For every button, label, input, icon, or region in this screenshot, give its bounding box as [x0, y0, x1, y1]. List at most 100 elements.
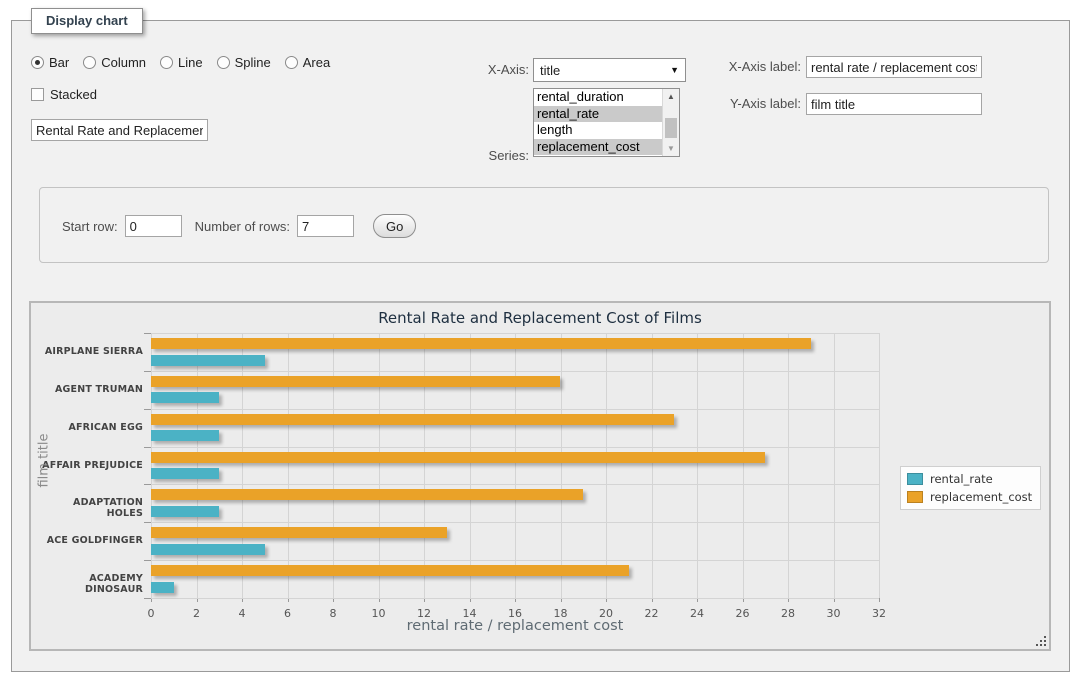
radio-icon — [160, 56, 173, 69]
chart-type-group: Bar Column Line Spline Area — [31, 55, 330, 70]
series-listbox[interactable]: rental_durationrental_ratelengthreplacem… — [533, 88, 680, 157]
gridline-v — [379, 333, 380, 598]
panel-title: Display chart — [31, 8, 143, 34]
num-rows-input[interactable] — [297, 215, 354, 237]
bar-rental_rate — [151, 544, 265, 555]
gridline-v — [151, 333, 152, 598]
x-axis-select[interactable]: title ▼ — [533, 58, 686, 82]
category-label: ACADEMY DINOSAUR — [35, 573, 143, 595]
chart-title-input[interactable] — [31, 119, 208, 141]
gridline-v — [242, 333, 243, 598]
bar-replacement_cost — [151, 565, 629, 576]
bar-replacement_cost — [151, 527, 447, 538]
legend-swatch-icon — [907, 473, 923, 485]
series-option-rental_rate[interactable]: rental_rate — [534, 106, 662, 123]
gridline-v — [788, 333, 789, 598]
gridline-v — [606, 333, 607, 598]
stacked-checkbox[interactable]: Stacked — [31, 87, 97, 102]
x-axis-title: rental rate / replacement cost — [151, 618, 879, 634]
chart-type-label: Bar — [49, 55, 69, 70]
chart-type-bar[interactable]: Bar — [31, 55, 69, 70]
stacked-label: Stacked — [50, 87, 97, 102]
chart-type-column[interactable]: Column — [83, 55, 146, 70]
x-axis-label-input[interactable] — [806, 56, 982, 78]
chart-type-area[interactable]: Area — [285, 55, 330, 70]
series-options: rental_durationrental_ratelengthreplacem… — [534, 89, 662, 156]
bar-rental_rate — [151, 582, 174, 593]
gridline-v — [834, 333, 835, 598]
legend-label: rental_rate — [930, 472, 993, 486]
x-axis-select-label: X-Axis: — [429, 62, 529, 77]
radio-icon — [285, 56, 298, 69]
plot-area: 02468101214161820222426283032AIRPLANE SI… — [151, 333, 879, 598]
scroll-up-icon[interactable]: ▲ — [663, 89, 679, 104]
category-label: ACE GOLDFINGER — [35, 535, 143, 546]
gridline-v — [288, 333, 289, 598]
chart-type-label: Column — [101, 55, 146, 70]
y-tick-mark — [144, 522, 151, 523]
category-label: AGENT TRUMAN — [35, 384, 143, 395]
gridline-h — [151, 484, 879, 485]
gridline-v — [561, 333, 562, 598]
radio-icon — [217, 56, 230, 69]
gridline-v — [652, 333, 653, 598]
gridline-h — [151, 560, 879, 561]
scrollbar-thumb[interactable] — [665, 118, 677, 138]
y-tick-mark — [144, 484, 151, 485]
listbox-scrollbar[interactable]: ▲ ▼ — [662, 89, 679, 156]
bar-rental_rate — [151, 392, 219, 403]
y-tick-mark — [144, 409, 151, 410]
radio-icon — [83, 56, 96, 69]
y-tick-mark — [144, 333, 151, 334]
bar-rental_rate — [151, 468, 219, 479]
y-axis-label-input[interactable] — [806, 93, 982, 115]
y-tick-mark — [144, 447, 151, 448]
chart-type-line[interactable]: Line — [160, 55, 203, 70]
go-button[interactable]: Go — [373, 214, 416, 238]
x-axis-label-caption: X-Axis label: — [701, 59, 801, 74]
series-option-length[interactable]: length — [534, 122, 662, 139]
rows-control-box: Start row: Number of rows: Go — [39, 187, 1049, 263]
bar-replacement_cost — [151, 489, 583, 500]
gridline-h — [151, 598, 879, 599]
series-list-label: Series: — [429, 148, 529, 163]
legend-entry-rental_rate: rental_rate — [907, 472, 1032, 486]
chart-type-spline[interactable]: Spline — [217, 55, 271, 70]
x-tick-mark — [879, 598, 880, 602]
chart-legend: rental_rate replacement_cost — [900, 466, 1041, 510]
gridline-h — [151, 447, 879, 448]
gridline-v — [697, 333, 698, 598]
resize-handle-icon[interactable] — [1035, 635, 1048, 648]
chart-title: Rental Rate and Replacement Cost of Film… — [31, 309, 1049, 327]
bar-replacement_cost — [151, 376, 560, 387]
y-tick-mark — [144, 598, 151, 599]
select-arrow-icon: ▼ — [670, 65, 679, 75]
scroll-down-icon[interactable]: ▼ — [663, 141, 679, 156]
display-chart-panel: Display chart BarColumnLineSplineArea St… — [11, 20, 1070, 672]
gridline-h — [151, 522, 879, 523]
y-axis-title: film title — [37, 406, 52, 516]
gridline-v — [879, 333, 880, 598]
series-option-replacement_cost[interactable]: replacement_cost — [534, 139, 662, 156]
legend-entry-replacement_cost: replacement_cost — [907, 490, 1032, 504]
chart-type-label: Line — [178, 55, 203, 70]
checkbox-icon — [31, 88, 44, 101]
gridline-h — [151, 333, 879, 334]
x-axis-selected-value: title — [540, 63, 560, 78]
chart-type-label: Spline — [235, 55, 271, 70]
gridline-v — [333, 333, 334, 598]
category-label: AIRPLANE SIERRA — [35, 346, 143, 357]
legend-swatch-icon — [907, 491, 923, 503]
chart-container: Rental Rate and Replacement Cost of Film… — [29, 301, 1051, 651]
radio-icon — [31, 56, 44, 69]
gridline-v — [470, 333, 471, 598]
gridline-h — [151, 371, 879, 372]
gridline-v — [197, 333, 198, 598]
series-option-rental_duration[interactable]: rental_duration — [534, 89, 662, 106]
start-row-input[interactable] — [125, 215, 182, 237]
start-row-label: Start row: — [62, 219, 118, 234]
bar-replacement_cost — [151, 414, 674, 425]
gridline-v — [743, 333, 744, 598]
gridline-h — [151, 409, 879, 410]
y-tick-mark — [144, 560, 151, 561]
